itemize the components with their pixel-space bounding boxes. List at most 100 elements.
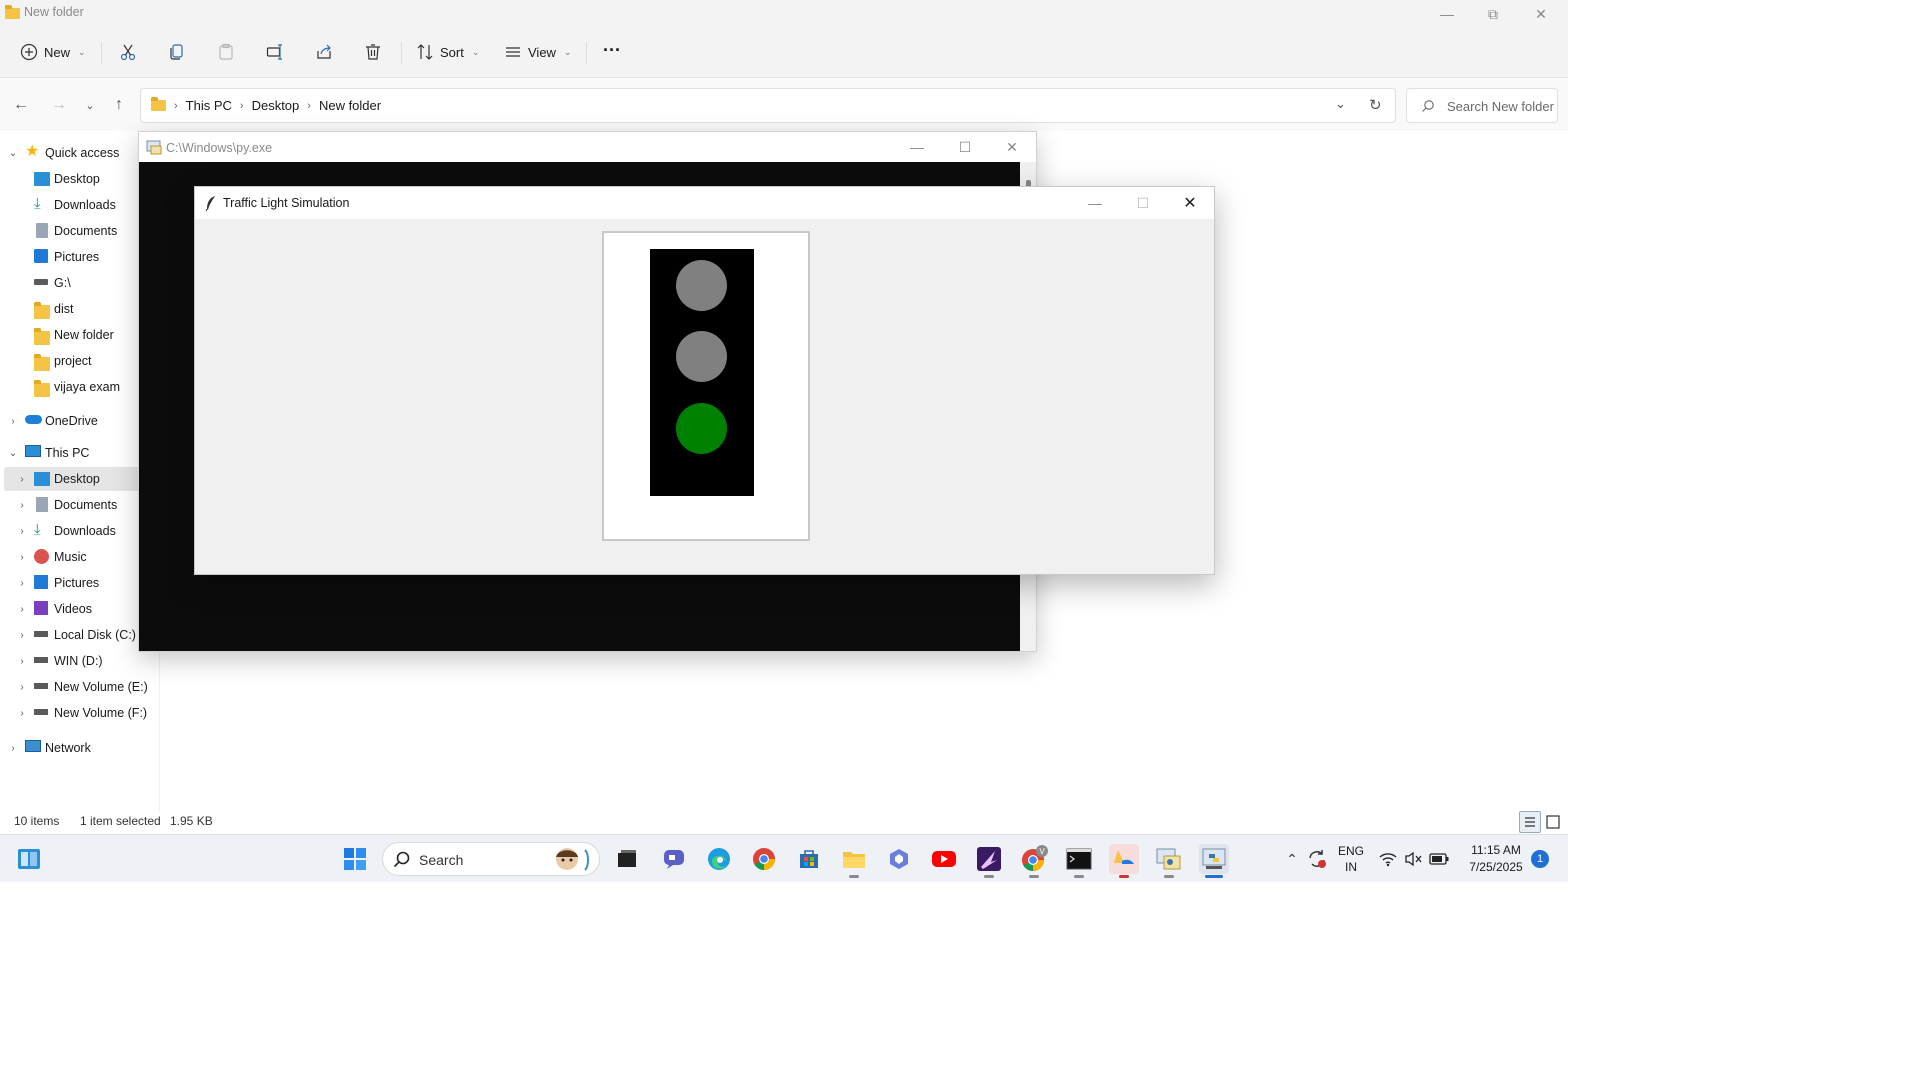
restore-button[interactable]: ⧉ <box>1470 0 1516 28</box>
sync-button[interactable] <box>1302 844 1332 874</box>
notification-badge[interactable]: 1 <box>1531 850 1549 868</box>
details-view-button[interactable] <box>1519 811 1541 833</box>
address-row: ← → ⌄ ↑ › This PC › Desktop › New folder… <box>0 79 1568 131</box>
minimize-button[interactable]: — <box>894 132 940 162</box>
console-title: C:\Windows\py.exe <box>166 141 273 155</box>
traffic-light-window[interactable]: Traffic Light Simulation — ☐ ✕ <box>194 186 1215 575</box>
maximize-button[interactable]: ☐ <box>942 132 988 162</box>
youtube-button[interactable] <box>929 844 959 874</box>
sidebar-item-new-volume-e[interactable]: › New Volume (E:) <box>0 675 160 699</box>
breadcrumb-new-folder[interactable]: New folder <box>319 98 381 113</box>
python-launcher-taskbar-button[interactable] <box>1154 844 1184 874</box>
view-button[interactable]: View ⌄ <box>504 38 572 66</box>
taskbar-search[interactable]: Search <box>382 842 600 876</box>
sidebar-item-dist[interactable]: dist <box>0 297 160 321</box>
selection-size: 1.95 KB <box>170 814 213 828</box>
sidebar-item-pc-music[interactable]: › Music <box>0 545 160 569</box>
battery-button[interactable] <box>1426 844 1452 874</box>
sort-button[interactable]: Sort ⌄ <box>416 38 479 66</box>
edge-button[interactable] <box>704 844 734 874</box>
tiles-view-button[interactable] <box>1544 813 1562 831</box>
chevron-right-icon: › <box>20 655 24 667</box>
close-button[interactable]: ✕ <box>1518 0 1564 28</box>
sidebar-item-local-disk-c[interactable]: › Local Disk (C:) <box>0 623 160 647</box>
breadcrumb: › This PC › Desktop › New folder <box>151 97 381 113</box>
window-title: New folder <box>24 5 84 19</box>
sidebar-item-pictures[interactable]: Pictures <box>0 245 160 269</box>
cut-button[interactable] <box>119 38 137 66</box>
terminal-button[interactable] <box>1064 844 1094 874</box>
sidebar-item-new-volume-f[interactable]: › New Volume (F:) <box>0 701 160 725</box>
sidebar-item-onedrive[interactable]: › OneDrive <box>0 409 160 433</box>
network-icon <box>25 740 41 752</box>
sidebar-item-vijaya-exam[interactable]: vijaya exam <box>0 375 160 399</box>
sidebar-item-pc-pictures[interactable]: › Pictures <box>0 571 160 595</box>
maximize-button[interactable]: ☐ <box>1120 189 1166 217</box>
forward-button[interactable]: → <box>47 93 71 117</box>
minimize-button[interactable]: — <box>1072 189 1118 217</box>
copilot-button[interactable] <box>884 844 914 874</box>
sidebar-item-project[interactable]: project <box>0 349 160 373</box>
python-tk-button[interactable] <box>1199 844 1229 874</box>
share-button[interactable] <box>315 38 333 66</box>
clock[interactable]: 11:15 AM 7/25/2025 <box>1460 842 1532 876</box>
close-button[interactable]: ✕ <box>1167 189 1213 217</box>
sidebar-item-network[interactable]: › Network <box>0 736 160 760</box>
divider <box>101 42 102 64</box>
teams-chat-button[interactable] <box>659 844 689 874</box>
recent-locations-button[interactable]: ⌄ <box>78 93 102 117</box>
wifi-button[interactable] <box>1376 844 1400 874</box>
sidebar-label: G:\ <box>54 276 71 290</box>
refresh-button[interactable]: ↻ <box>1369 96 1382 114</box>
task-view-button[interactable] <box>612 844 642 874</box>
language-indicator[interactable]: ENG IN <box>1334 843 1368 875</box>
sidebar-item-pc-videos[interactable]: › Videos <box>0 597 160 621</box>
microsoft-store-button[interactable] <box>794 844 824 874</box>
view-label: View <box>528 44 556 60</box>
address-bar[interactable]: › This PC › Desktop › New folder ⌄ ↻ <box>140 88 1396 123</box>
sidebar-label: Desktop <box>54 472 100 486</box>
sidebar-item-downloads[interactable]: ⤓ Downloads <box>0 193 160 217</box>
python-idle-button[interactable] <box>1109 844 1139 874</box>
clock-time: 11:15 AM <box>1471 843 1521 857</box>
sidebar-item-pc-documents[interactable]: › Documents <box>0 493 160 517</box>
folder-icon <box>34 302 50 319</box>
search-input[interactable]: Search New folder <box>1406 88 1558 123</box>
chevron-right-icon: › <box>20 525 24 537</box>
edge-icon <box>708 848 730 870</box>
sidebar-item-g-drive[interactable]: G:\ <box>0 271 160 295</box>
chrome-profile-button[interactable]: V <box>1019 844 1049 874</box>
app-launcher-button[interactable] <box>974 844 1004 874</box>
breadcrumb-this-pc[interactable]: This PC <box>186 98 232 113</box>
back-button[interactable]: ← <box>9 93 33 117</box>
desktop-icon <box>34 172 50 186</box>
up-button[interactable]: ↑ <box>107 93 131 117</box>
widgets-button[interactable] <box>14 844 44 874</box>
paste-button[interactable] <box>217 38 235 66</box>
minimize-button[interactable]: — <box>1424 0 1470 28</box>
sidebar-item-this-pc[interactable]: ⌄ This PC <box>0 441 160 465</box>
chrome-button[interactable] <box>749 844 779 874</box>
sidebar-item-documents[interactable]: Documents <box>0 219 160 243</box>
sidebar-item-pc-downloads[interactable]: › ⤓ Downloads <box>0 519 160 543</box>
sidebar-item-win-d[interactable]: › WIN (D:) <box>0 649 160 673</box>
close-button[interactable]: ✕ <box>989 132 1035 162</box>
start-button[interactable] <box>340 844 370 874</box>
volume-button[interactable] <box>1401 844 1425 874</box>
delete-button[interactable] <box>364 38 382 66</box>
sidebar-label: Local Disk (C:) <box>54 628 136 642</box>
rename-button[interactable] <box>266 38 284 66</box>
sidebar-item-desktop[interactable]: Desktop <box>0 167 160 191</box>
file-explorer-button[interactable] <box>839 844 869 874</box>
new-button[interactable]: New ⌄ <box>20 38 86 66</box>
store-icon <box>800 850 818 868</box>
sidebar-item-pc-desktop[interactable]: › Desktop <box>4 467 156 491</box>
sidebar-item-quick-access[interactable]: ⌄ ★ Quick access <box>0 141 160 165</box>
copy-button[interactable] <box>168 38 186 66</box>
sidebar-item-new-folder[interactable]: New folder <box>0 323 160 347</box>
breadcrumb-desktop[interactable]: Desktop <box>252 98 300 113</box>
document-icon <box>36 497 48 512</box>
music-icon <box>34 549 49 564</box>
more-options-button[interactable]: ··· <box>603 36 621 64</box>
address-dropdown-button[interactable]: ⌄ <box>1335 96 1346 112</box>
